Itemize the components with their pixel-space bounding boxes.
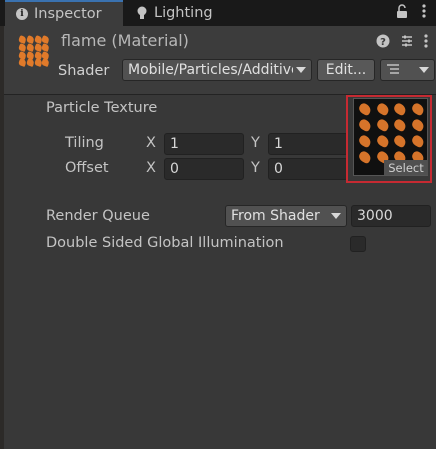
double-sided-gi-checkbox[interactable] (350, 236, 366, 252)
tab-inspector[interactable]: i Inspector (5, 0, 123, 26)
tab-lighting-label: Lighting (154, 5, 213, 21)
material-preview-thumbnail (18, 35, 50, 67)
render-queue-dropdown[interactable]: From Shader (225, 205, 347, 227)
shader-label: Shader (58, 63, 110, 79)
texture-select-button[interactable]: Select (384, 160, 428, 175)
chevron-down-icon (331, 213, 341, 219)
presets-icon[interactable] (400, 34, 414, 52)
tiling-x-label: X (146, 135, 156, 151)
particle-texture-label: Particle Texture (46, 100, 158, 116)
lock-icon[interactable] (396, 4, 408, 23)
material-header: flame (Material) ? Shader Mobile/Particl… (4, 26, 436, 95)
offset-y-label: Y (251, 160, 260, 176)
render-queue-label: Render Queue (46, 208, 150, 224)
svg-text:?: ? (380, 37, 386, 48)
tiling-y-field[interactable]: 1 (268, 133, 348, 155)
tab-inspector-label: Inspector (34, 6, 102, 22)
shader-options-dropdown[interactable] (380, 59, 435, 81)
render-queue-field[interactable]: 3000 (351, 205, 431, 227)
render-queue-mode: From Shader (231, 208, 320, 224)
tab-bar: i Inspector Lighting (0, 0, 436, 26)
offset-x-field[interactable]: 0 (164, 158, 244, 180)
tiling-label: Tiling (65, 135, 104, 151)
info-icon: i (15, 7, 29, 21)
kebab-menu-icon[interactable] (422, 4, 426, 23)
chevron-down-icon (296, 67, 306, 73)
offset-label: Offset (65, 160, 109, 176)
tiling-y-label: Y (251, 135, 260, 151)
shader-value: Mobile/Particles/Additive (128, 62, 293, 78)
flame-texture-preview (357, 101, 425, 165)
light-bulb-icon (135, 6, 149, 20)
shader-dropdown[interactable]: Mobile/Particles/Additive (122, 59, 312, 81)
offset-y-field[interactable]: 0 (268, 158, 348, 180)
chevron-down-icon (419, 67, 429, 73)
offset-x-label: X (146, 160, 156, 176)
tiling-x-field[interactable]: 1 (164, 133, 244, 155)
double-sided-gi-label: Double Sided Global Illumination (46, 235, 284, 251)
kebab-menu-icon[interactable] (424, 34, 428, 52)
tab-lighting[interactable]: Lighting (126, 0, 253, 26)
help-icon[interactable]: ? (376, 34, 390, 52)
material-name: flame (Material) (61, 31, 189, 50)
list-icon (386, 62, 400, 78)
edit-shader-button[interactable]: Edit... (317, 59, 375, 81)
